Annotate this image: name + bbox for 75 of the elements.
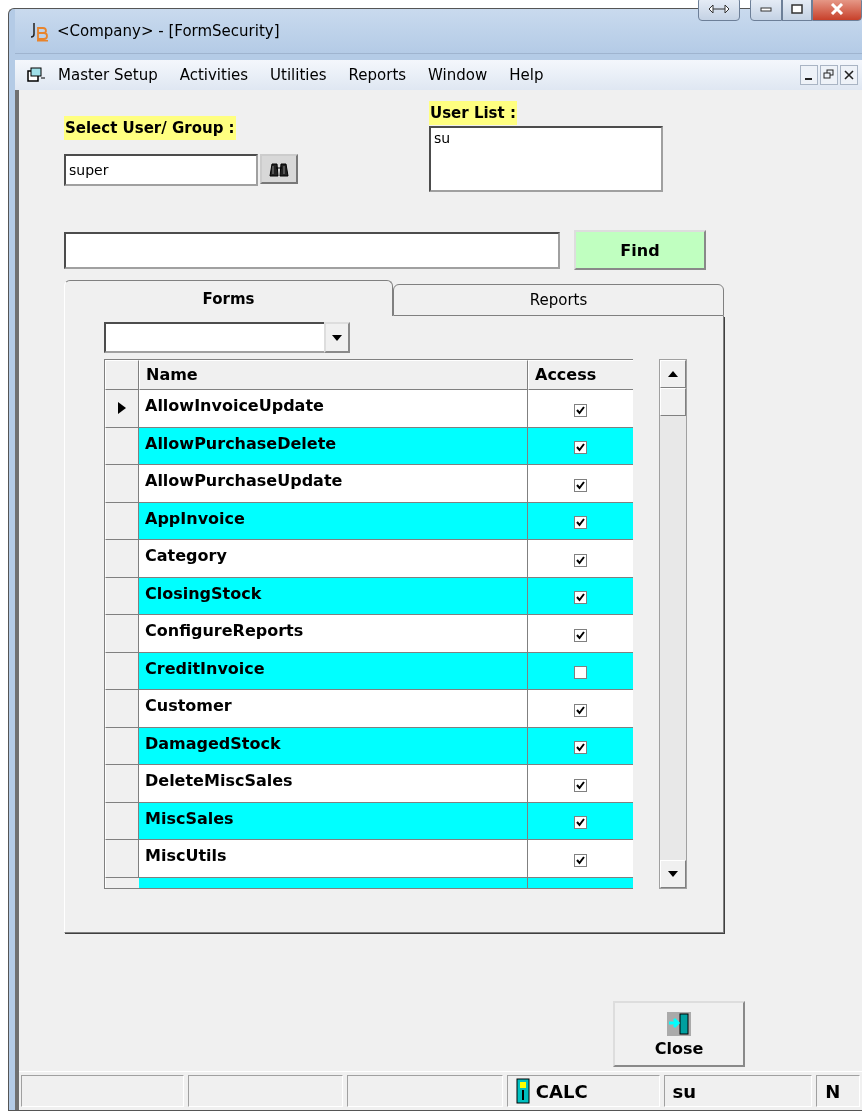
menu-item[interactable]: Window xyxy=(417,66,499,84)
table-cell: AppInvoice xyxy=(139,502,528,540)
access-checkbox[interactable] xyxy=(574,478,587,492)
scroll-up-button[interactable] xyxy=(660,360,686,388)
tab[interactable]: Forms xyxy=(64,280,393,316)
field-label: User List : xyxy=(429,101,517,125)
user-listbox[interactable]: su xyxy=(429,126,663,192)
field-label: Select User/ Group : xyxy=(64,116,236,140)
access-checkbox[interactable] xyxy=(574,628,587,642)
table-cell: Customer xyxy=(139,690,528,728)
tab[interactable]: Reports xyxy=(393,284,724,316)
close-icon xyxy=(830,3,844,15)
menu-item[interactable]: Help xyxy=(498,66,555,84)
access-checkbox[interactable] xyxy=(574,403,587,417)
access-checkbox[interactable] xyxy=(574,816,587,830)
table-cell: DamagedStock xyxy=(139,727,528,765)
calculator-icon xyxy=(515,1078,530,1104)
table-cell: DeleteMiscSales xyxy=(139,765,528,803)
binoculars-icon xyxy=(268,161,290,177)
resize-button[interactable] xyxy=(698,0,740,21)
search-field[interactable] xyxy=(64,231,560,269)
table-cell: AllowPurchaseUpdate xyxy=(139,465,528,503)
filter-dropdown[interactable] xyxy=(104,322,350,353)
maximize-button[interactable] xyxy=(782,0,812,21)
minimize-icon[interactable] xyxy=(800,65,818,85)
access-checkbox[interactable] xyxy=(574,853,587,867)
table-cell: MiscUtils xyxy=(139,840,528,878)
app-logo-icon xyxy=(29,20,51,42)
user-group-field[interactable]: super xyxy=(64,154,258,186)
vertical-scrollbar[interactable] xyxy=(659,359,687,889)
menu-item[interactable]: Utilities xyxy=(259,66,338,84)
window-menu-icon[interactable] xyxy=(25,66,47,84)
scroll-down-button[interactable] xyxy=(660,860,686,888)
double-arrow-icon xyxy=(708,4,730,14)
exit-door-icon xyxy=(666,1010,692,1037)
row-header[interactable] xyxy=(105,390,139,428)
access-checkbox[interactable] xyxy=(574,778,587,792)
current-row-icon xyxy=(118,402,126,415)
access-checkbox[interactable] xyxy=(574,703,587,717)
close-icon[interactable] xyxy=(840,65,858,85)
table-cell: AllowInvoiceUpdate xyxy=(139,390,528,428)
access-checkbox[interactable] xyxy=(574,741,587,755)
access-checkbox[interactable] xyxy=(574,553,587,567)
find-user-button[interactable] xyxy=(260,154,298,184)
table-cell: ClosingStock xyxy=(139,577,528,615)
table-cell: ConfigureReports xyxy=(139,615,528,653)
access-checkbox[interactable] xyxy=(574,666,587,680)
restore-icon[interactable] xyxy=(820,65,838,85)
window-title: <Company> - [FormSecurity] xyxy=(57,22,281,40)
table-cell: AllowPurchaseDelete xyxy=(139,427,528,465)
table-cell: MiscSales xyxy=(139,802,528,840)
access-checkbox[interactable] xyxy=(574,441,587,455)
menu-item[interactable]: Master Setup xyxy=(47,66,169,84)
scroll-thumb[interactable] xyxy=(660,388,686,416)
column-header[interactable]: Name xyxy=(139,360,528,390)
column-header[interactable]: Access xyxy=(528,360,633,390)
down-arrow-icon xyxy=(668,871,678,877)
minimize-button[interactable] xyxy=(750,0,782,21)
close-button[interactable]: Close xyxy=(613,1001,745,1067)
status-text: N xyxy=(825,1080,841,1102)
up-arrow-icon xyxy=(668,371,678,377)
table-cell: Category xyxy=(139,540,528,578)
status-text: su xyxy=(672,1080,697,1102)
minimize-icon xyxy=(760,6,772,12)
access-checkbox[interactable] xyxy=(574,516,587,530)
dropdown-arrow-icon xyxy=(332,334,342,341)
close-window-button[interactable] xyxy=(812,0,862,21)
table-cell: CreditInvoice xyxy=(139,652,528,690)
list-item[interactable]: su xyxy=(434,130,658,146)
find-button[interactable]: Find xyxy=(574,230,706,270)
maximize-icon xyxy=(791,4,803,14)
menu-item[interactable]: Activities xyxy=(168,66,260,84)
status-text: CALC xyxy=(535,1080,588,1102)
menu-item[interactable]: Reports xyxy=(337,66,418,84)
access-checkbox[interactable] xyxy=(574,591,587,605)
